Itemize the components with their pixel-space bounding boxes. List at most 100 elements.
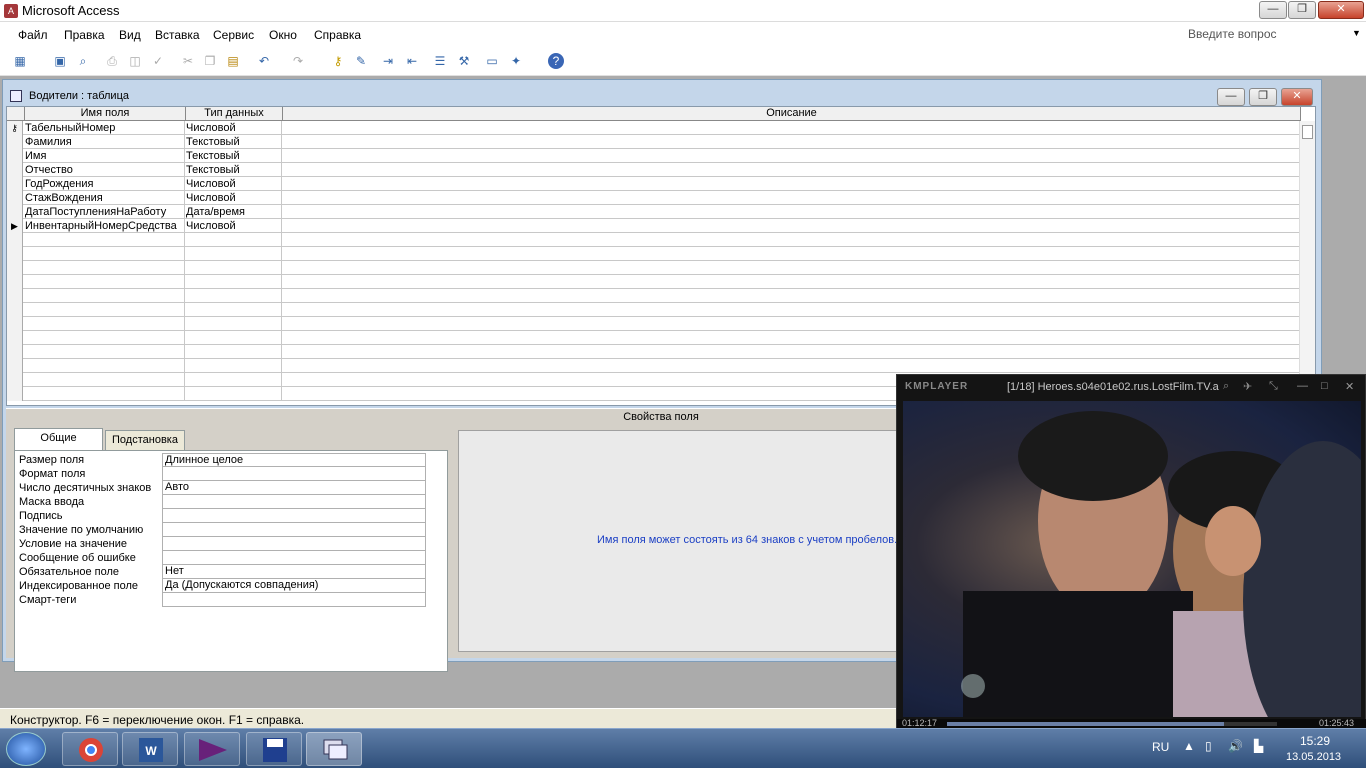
table-row[interactable]: ▶ ИнвентарныйНомерСредства Числовой xyxy=(7,219,1299,233)
row-selector[interactable] xyxy=(7,387,23,401)
print-icon[interactable]: ⎙ xyxy=(104,53,120,69)
description-cell[interactable] xyxy=(283,303,1299,317)
description-cell[interactable] xyxy=(283,317,1299,331)
description-cell[interactable] xyxy=(283,261,1299,275)
description-cell[interactable] xyxy=(283,177,1299,191)
builder-icon[interactable]: ✎ xyxy=(353,53,369,69)
table-row[interactable]: Фамилия Текстовый xyxy=(7,135,1299,149)
search-icon[interactable]: ⌕ xyxy=(75,53,91,69)
table-row[interactable]: Имя Текстовый xyxy=(7,149,1299,163)
description-cell[interactable] xyxy=(283,219,1299,233)
data-type-cell[interactable] xyxy=(186,387,282,401)
field-name-cell[interactable]: Имя xyxy=(25,149,185,163)
delete-rows-icon[interactable]: ⇤ xyxy=(404,53,420,69)
data-type-cell[interactable]: Текстовый xyxy=(186,135,282,149)
data-type-cell[interactable] xyxy=(186,317,282,331)
close-button[interactable]: ✕ xyxy=(1318,1,1364,19)
property-value[interactable]: Нет xyxy=(162,565,426,579)
property-value[interactable]: Длинное целое xyxy=(162,453,426,467)
row-selector[interactable] xyxy=(7,149,23,163)
table-row[interactable] xyxy=(7,261,1299,275)
save-icon[interactable]: ▣ xyxy=(52,53,68,69)
taskbar-visual-studio[interactable] xyxy=(184,732,240,766)
vertical-scrollbar[interactable] xyxy=(1299,121,1315,405)
data-type-cell[interactable] xyxy=(186,359,282,373)
field-name-cell[interactable] xyxy=(25,331,185,345)
menu-file[interactable]: Файл xyxy=(18,28,48,42)
help-search-box[interactable]: Введите вопрос xyxy=(1188,27,1277,41)
data-type-cell[interactable] xyxy=(186,373,282,387)
menu-help[interactable]: Справка xyxy=(314,28,361,42)
row-selector[interactable] xyxy=(7,359,23,373)
data-type-cell[interactable] xyxy=(186,275,282,289)
undo-icon[interactable]: ↶ xyxy=(256,53,272,69)
seek-track[interactable] xyxy=(947,722,1277,726)
clock-time[interactable]: 15:29 xyxy=(1300,734,1330,748)
property-value[interactable] xyxy=(162,537,426,551)
description-cell[interactable] xyxy=(283,233,1299,247)
field-name-cell[interactable]: СтажВождения xyxy=(25,191,185,205)
table-row[interactable]: ⚷ ТабельныйНомер Числовой xyxy=(7,121,1299,135)
scrollbar-thumb[interactable] xyxy=(1302,125,1313,139)
doc-minimize-button[interactable]: — xyxy=(1217,88,1245,106)
language-indicator[interactable]: RU xyxy=(1152,740,1169,754)
network-icon[interactable]: ▙ xyxy=(1254,739,1263,753)
field-name-cell[interactable] xyxy=(25,233,185,247)
field-name-cell[interactable]: ГодРождения xyxy=(25,177,185,191)
description-cell[interactable] xyxy=(283,205,1299,219)
video-frame[interactable] xyxy=(903,401,1361,717)
new-object-icon[interactable]: ✦ xyxy=(508,53,524,69)
row-selector[interactable] xyxy=(7,289,23,303)
menu-window[interactable]: Окно xyxy=(269,28,297,42)
current-row-indicator-icon[interactable]: ▶ xyxy=(7,219,23,233)
menu-edit[interactable]: Правка xyxy=(64,28,105,42)
data-type-cell[interactable]: Дата/время xyxy=(186,205,282,219)
row-selector[interactable] xyxy=(7,191,23,205)
description-cell[interactable] xyxy=(283,247,1299,261)
row-selector[interactable] xyxy=(7,373,23,387)
table-row[interactable]: ГодРождения Числовой xyxy=(7,177,1299,191)
table-row[interactable] xyxy=(7,359,1299,373)
field-name-cell[interactable]: ДатаПоступленияНаРаботу xyxy=(25,205,185,219)
field-name-cell[interactable] xyxy=(25,345,185,359)
player-minimize-button[interactable]: — xyxy=(1297,380,1308,392)
data-type-cell[interactable] xyxy=(186,261,282,275)
volume-icon[interactable]: 🔊 xyxy=(1228,739,1243,753)
field-name-cell[interactable]: Отчество xyxy=(25,163,185,177)
field-name-cell[interactable]: ИнвентарныйНомерСредства xyxy=(25,219,185,233)
redo-icon[interactable]: ↷ xyxy=(290,53,306,69)
data-type-cell[interactable] xyxy=(186,331,282,345)
field-name-cell[interactable] xyxy=(25,275,185,289)
table-row[interactable]: ДатаПоступленияНаРаботу Дата/время xyxy=(7,205,1299,219)
primary-key-icon[interactable]: ⚷ xyxy=(7,121,23,135)
property-value[interactable]: Да (Допускаются совпадения) xyxy=(162,579,426,593)
table-row[interactable] xyxy=(7,345,1299,359)
field-name-cell[interactable] xyxy=(25,317,185,331)
description-cell[interactable] xyxy=(283,149,1299,163)
preview-icon[interactable]: ◫ xyxy=(127,53,143,69)
data-type-cell[interactable] xyxy=(186,303,282,317)
properties-icon[interactable]: ☰ xyxy=(432,53,448,69)
property-value[interactable] xyxy=(162,551,426,565)
clock-date[interactable]: 13.05.2013 xyxy=(1286,751,1341,763)
description-cell[interactable] xyxy=(283,345,1299,359)
doc-close-button[interactable]: ✕ xyxy=(1281,88,1313,106)
taskbar-save[interactable] xyxy=(246,732,302,766)
table-row[interactable] xyxy=(7,233,1299,247)
player-maximize-button[interactable]: □ xyxy=(1321,380,1328,392)
row-selector[interactable] xyxy=(7,233,23,247)
tab-general[interactable]: Общие xyxy=(14,428,103,450)
row-selector[interactable] xyxy=(7,317,23,331)
maximize-button[interactable]: ❐ xyxy=(1288,1,1316,19)
view-icon[interactable]: ▦ xyxy=(12,53,28,69)
menu-insert[interactable]: Вставка xyxy=(155,28,200,42)
player-close-button[interactable]: ✕ xyxy=(1345,380,1354,393)
copy-icon[interactable]: ❐ xyxy=(202,53,218,69)
property-value[interactable] xyxy=(162,593,426,607)
start-button[interactable] xyxy=(6,732,46,766)
field-name-cell[interactable] xyxy=(25,303,185,317)
table-row[interactable] xyxy=(7,289,1299,303)
row-selector[interactable] xyxy=(7,261,23,275)
database-window-icon[interactable]: ▭ xyxy=(484,53,500,69)
paste-icon[interactable]: ▤ xyxy=(225,53,241,69)
